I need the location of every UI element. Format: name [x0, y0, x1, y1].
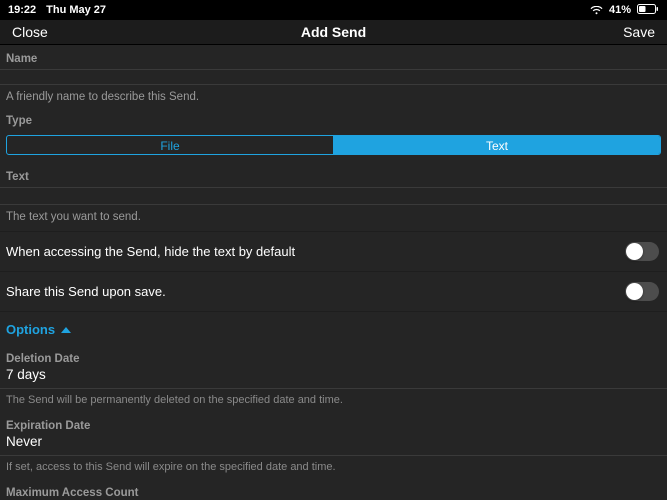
deletion-date-value: 7 days [6, 367, 46, 382]
deletion-date-picker[interactable]: 7 days [0, 367, 667, 389]
hide-text-label: When accessing the Send, hide the text b… [6, 244, 295, 259]
chevron-up-icon [61, 327, 71, 333]
save-button[interactable]: Save [595, 24, 655, 40]
battery-icon [637, 4, 659, 17]
nav-header: Close Add Send Save [0, 20, 667, 45]
status-time: 19:22 [8, 4, 36, 16]
name-input[interactable] [0, 69, 667, 85]
hide-text-row[interactable]: When accessing the Send, hide the text b… [0, 231, 667, 272]
page-title: Add Send [301, 24, 366, 40]
text-hint: The text you want to send. [0, 205, 667, 231]
type-file-tab[interactable]: File [7, 136, 334, 154]
expiration-date-hint: If set, access to this Send will expire … [0, 456, 667, 481]
options-label: Options [6, 322, 55, 337]
battery-percent: 41% [609, 4, 631, 16]
share-on-save-toggle[interactable] [625, 282, 659, 301]
content-scroll[interactable]: Name A friendly name to describe this Se… [0, 45, 667, 500]
share-on-save-label: Share this Send upon save. [6, 284, 166, 299]
close-button[interactable]: Close [12, 24, 72, 40]
status-bar: 19:22 Thu May 27 41% [0, 0, 667, 20]
deletion-date-hint: The Send will be permanently deleted on … [0, 389, 667, 414]
share-on-save-row[interactable]: Share this Send upon save. [0, 272, 667, 312]
hide-text-toggle[interactable] [625, 242, 659, 261]
deletion-date-label: Deletion Date [0, 347, 667, 367]
type-label: Type [0, 111, 667, 131]
type-segmented[interactable]: File Text [6, 135, 661, 155]
expiration-date-picker[interactable]: Never [0, 434, 667, 456]
max-access-label: Maximum Access Count [0, 481, 667, 500]
text-label: Text [0, 163, 667, 187]
expiration-date-value: Never [6, 434, 42, 449]
name-hint: A friendly name to describe this Send. [0, 85, 667, 111]
name-label: Name [0, 45, 667, 69]
type-text-tab[interactable]: Text [334, 136, 660, 154]
text-input[interactable] [0, 187, 667, 205]
wifi-icon [590, 6, 603, 15]
status-date: Thu May 27 [46, 4, 106, 16]
expiration-date-label: Expiration Date [0, 414, 667, 434]
options-toggle[interactable]: Options [0, 312, 667, 347]
